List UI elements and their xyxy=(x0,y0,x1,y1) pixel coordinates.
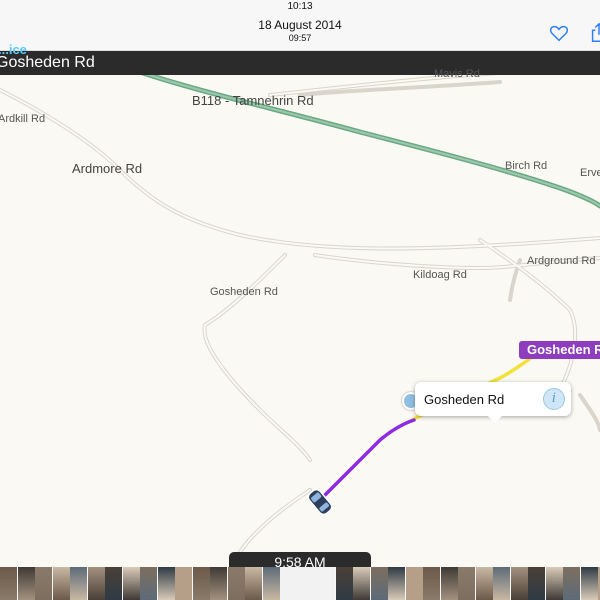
photo-thumbnail[interactable] xyxy=(105,567,122,600)
photo-thumbnail[interactable] xyxy=(528,567,545,600)
photo-thumbnail[interactable] xyxy=(245,567,262,600)
map-label-kildoag-rd: Kildoag Rd xyxy=(413,269,467,281)
photo-thumbnail[interactable] xyxy=(140,567,157,600)
info-icon[interactable]: i xyxy=(543,388,565,410)
photo-thumbnail[interactable] xyxy=(440,567,458,600)
photo-thumbnail[interactable] xyxy=(227,567,245,600)
map-label-ardkill-rd: Ardkill Rd xyxy=(0,113,46,125)
photo-thumbnail[interactable] xyxy=(70,567,87,600)
photo-thumbnail[interactable] xyxy=(52,567,70,600)
photo-thumbnail[interactable] xyxy=(122,567,140,600)
photo-thumbnail[interactable] xyxy=(157,567,175,600)
photo-thumbnail[interactable] xyxy=(0,567,17,600)
photo-thumbnail[interactable] xyxy=(458,567,475,600)
photo-thumbnail[interactable] xyxy=(280,567,335,600)
photo-filmstrip[interactable] xyxy=(0,567,600,600)
map-view[interactable] xyxy=(0,51,600,567)
photo-time: 09:57 xyxy=(288,33,312,43)
map-label-erve: Erve xyxy=(580,167,600,179)
photo-thumbnail[interactable] xyxy=(405,567,423,600)
photo-thumbnail[interactable] xyxy=(370,567,388,600)
photo-thumbnail[interactable] xyxy=(262,567,280,600)
photo-thumbnail[interactable] xyxy=(17,567,35,600)
map-label-gosheden-rd: Gosheden Rd xyxy=(210,286,278,298)
map-label-b118: B118 - Tamnehrin Rd xyxy=(192,93,314,108)
status-time: 10:13 xyxy=(287,1,313,12)
photo-thumbnail[interactable] xyxy=(175,567,192,600)
status-bar: 10:13 xyxy=(0,0,600,14)
photo-thumbnail[interactable] xyxy=(192,567,210,600)
photo-thumbnail[interactable] xyxy=(580,567,598,600)
map-label-mavis-rd: Mavis Rd xyxy=(434,68,480,80)
location-callout[interactable]: Gosheden Rd i xyxy=(415,382,571,423)
map-label-ardmore-rd: Ardmore Rd xyxy=(72,161,143,176)
photo-date: 18 August 2014 xyxy=(258,18,342,32)
photo-thumbnail[interactable] xyxy=(545,567,563,600)
photo-thumbnail[interactable] xyxy=(335,567,353,600)
photo-thumbnail[interactable] xyxy=(87,567,105,600)
photo-header: 18 August 2014 09:57 xyxy=(0,14,600,51)
photo-thumbnail[interactable] xyxy=(388,567,405,600)
photo-thumbnail[interactable] xyxy=(35,567,52,600)
photo-thumbnail[interactable] xyxy=(563,567,580,600)
navigation-banner: ...ice Gosheden Rd xyxy=(0,42,600,75)
callout-title: Gosheden Rd xyxy=(424,392,505,407)
thumbnail-strip[interactable] xyxy=(0,567,600,600)
heart-icon[interactable] xyxy=(548,22,570,44)
map-roads xyxy=(0,60,600,554)
photo-thumbnail[interactable] xyxy=(423,567,440,600)
route-road-tag: Gosheden R xyxy=(519,341,600,359)
photo-thumbnail[interactable] xyxy=(353,567,370,600)
photo-thumbnail[interactable] xyxy=(493,567,510,600)
photo-thumbnail[interactable] xyxy=(210,567,227,600)
callout-tail xyxy=(488,416,502,423)
map-label-ardground-rd: Ardground Rd xyxy=(527,255,596,267)
current-road-name: Gosheden Rd xyxy=(0,54,95,71)
photo-thumbnail[interactable] xyxy=(475,567,493,600)
share-icon[interactable] xyxy=(588,22,600,44)
photo-thumbnail[interactable] xyxy=(510,567,528,600)
map-label-birch-rd: Birch Rd xyxy=(505,160,548,172)
